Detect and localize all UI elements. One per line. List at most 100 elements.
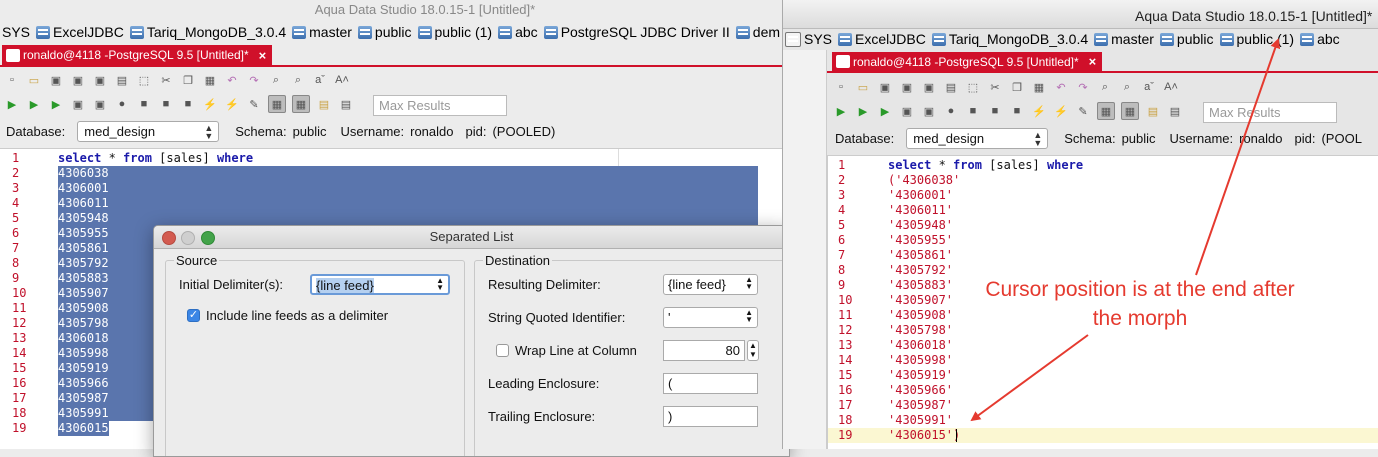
- close-window-icon[interactable]: [162, 231, 176, 245]
- editor-tab[interactable]: ronaldo@4118 -PostgreSQL 9.5 [Untitled]*…: [2, 45, 273, 65]
- history-icon[interactable]: ▤: [1167, 103, 1183, 119]
- commit-icon[interactable]: ▣: [70, 96, 86, 112]
- select-icon[interactable]: ⬚: [136, 72, 152, 88]
- redo-icon[interactable]: ↷: [246, 72, 262, 88]
- initial-delimiter-select[interactable]: {line feed} ▲ ▼: [310, 274, 450, 295]
- split-icon[interactable]: ■: [180, 96, 196, 112]
- grid-icon[interactable]: ■: [965, 103, 981, 119]
- paste-icon[interactable]: ▦: [202, 72, 218, 88]
- export-icon[interactable]: ▤: [316, 96, 332, 112]
- split-icon[interactable]: ■: [1009, 103, 1025, 119]
- database-select[interactable]: med_design ▲ ▼: [906, 128, 1049, 149]
- close-tab-icon[interactable]: ×: [1089, 54, 1097, 69]
- redo-icon[interactable]: ↷: [1075, 79, 1091, 95]
- connection-7[interactable]: PostgreSQL JDBC Driver II: [543, 24, 730, 40]
- disconnect-icon[interactable]: ⚡: [224, 96, 240, 112]
- connection-6[interactable]: abc: [1300, 31, 1340, 47]
- save-icon[interactable]: ▣: [877, 79, 893, 95]
- resulting-delimiter-select[interactable]: {line feed} ▲ ▼: [663, 274, 758, 295]
- minimize-window-icon[interactable]: [181, 231, 195, 245]
- commit-icon[interactable]: ▣: [899, 103, 915, 119]
- connection-2[interactable]: Tariq_MongoDB_3.0.4: [129, 24, 286, 40]
- wrap-line-checkbox[interactable]: [496, 344, 509, 357]
- editor-tab[interactable]: ronaldo@4118 -PostgreSQL 9.5 [Untitled]*…: [832, 52, 1103, 71]
- connection-0[interactable]: SYS: [804, 31, 832, 47]
- trailing-enclosure-input[interactable]: ): [663, 406, 758, 427]
- rollback-icon[interactable]: ▣: [92, 96, 108, 112]
- save-as-icon[interactable]: ▣: [92, 72, 108, 88]
- open-folder-icon[interactable]: ▭: [26, 72, 42, 88]
- connection-4[interactable]: public: [357, 24, 412, 40]
- find-replace-icon[interactable]: ⌕: [290, 72, 306, 88]
- max-results-input[interactable]: Max Results: [373, 95, 507, 116]
- copy-icon[interactable]: ❐: [1009, 79, 1025, 95]
- new-file-icon[interactable]: ▫: [833, 79, 849, 95]
- new-file-icon[interactable]: ▫: [4, 72, 20, 88]
- zoom-window-icon[interactable]: [201, 231, 215, 245]
- execute-icon[interactable]: ▶: [26, 96, 42, 112]
- stop-icon[interactable]: ●: [114, 96, 130, 112]
- results-grid-icon[interactable]: ▦: [268, 95, 286, 113]
- execute-edit-icon[interactable]: ▶: [48, 96, 64, 112]
- connection-5[interactable]: public (1): [417, 24, 492, 40]
- find-replace-icon[interactable]: ⌕: [1119, 79, 1135, 95]
- print-icon[interactable]: ▤: [943, 79, 959, 95]
- find-icon[interactable]: ⌕: [1097, 79, 1113, 95]
- close-tab-icon[interactable]: ×: [259, 48, 267, 63]
- open-folder-icon[interactable]: ▭: [855, 79, 871, 95]
- save-all-icon[interactable]: ▣: [70, 72, 86, 88]
- execute-icon[interactable]: ▶: [855, 103, 871, 119]
- save-all-icon[interactable]: ▣: [899, 79, 915, 95]
- execute-all-icon[interactable]: ▶: [833, 103, 849, 119]
- wrap-line-column-input[interactable]: 80: [663, 340, 745, 361]
- connection-3[interactable]: master: [1094, 31, 1154, 47]
- save-as-icon[interactable]: ▣: [921, 79, 937, 95]
- execute-all-icon[interactable]: ▶: [4, 96, 20, 112]
- connection-5[interactable]: public (1): [1219, 31, 1294, 47]
- stop-icon[interactable]: ●: [943, 103, 959, 119]
- wrap-line-stepper[interactable]: ▲ ▼: [747, 340, 759, 361]
- font-decrease-icon[interactable]: aˇ: [312, 72, 328, 88]
- execute-edit-icon[interactable]: ▶: [877, 103, 893, 119]
- connection-0[interactable]: SYS: [2, 24, 30, 40]
- connection-6[interactable]: abc: [498, 24, 538, 40]
- paste-icon[interactable]: ▦: [1031, 79, 1047, 95]
- select-icon[interactable]: ⬚: [965, 79, 981, 95]
- max-results-input[interactable]: Max Results: [1203, 102, 1337, 123]
- copy-icon[interactable]: ❐: [180, 72, 196, 88]
- connection-1[interactable]: ExcelJDBC: [838, 31, 926, 47]
- disconnect-icon[interactable]: ⚡: [1053, 103, 1069, 119]
- tools-icon[interactable]: ✎: [246, 96, 262, 112]
- connection-1[interactable]: ExcelJDBC: [36, 24, 124, 40]
- plug-icon[interactable]: ⚡: [1031, 103, 1047, 119]
- font-increase-icon[interactable]: A˄: [334, 72, 350, 88]
- cut-icon[interactable]: ✂: [987, 79, 1003, 95]
- text-icon[interactable]: ■: [987, 103, 1003, 119]
- save-icon[interactable]: ▣: [48, 72, 64, 88]
- print-icon[interactable]: ▤: [114, 72, 130, 88]
- cut-icon[interactable]: ✂: [158, 72, 174, 88]
- connection-2[interactable]: Tariq_MongoDB_3.0.4: [931, 31, 1088, 47]
- font-increase-icon[interactable]: A˄: [1163, 79, 1179, 95]
- connection-4[interactable]: public: [1159, 31, 1214, 47]
- text-icon[interactable]: ■: [158, 96, 174, 112]
- rollback-icon[interactable]: ▣: [921, 103, 937, 119]
- undo-icon[interactable]: ↶: [224, 72, 240, 88]
- include-line-feeds-checkbox[interactable]: ✓: [187, 309, 200, 322]
- leading-enclosure-input[interactable]: (: [663, 373, 758, 394]
- find-icon[interactable]: ⌕: [268, 72, 284, 88]
- grid-icon[interactable]: ■: [136, 96, 152, 112]
- results-text-icon[interactable]: ▦: [292, 95, 310, 113]
- connection-8[interactable]: dem: [735, 24, 780, 40]
- plug-icon[interactable]: ⚡: [202, 96, 218, 112]
- tools-icon[interactable]: ✎: [1075, 103, 1091, 119]
- export-icon[interactable]: ▤: [1145, 103, 1161, 119]
- results-grid-icon[interactable]: ▦: [1097, 102, 1115, 120]
- database-select[interactable]: med_design ▲ ▼: [77, 121, 220, 142]
- font-decrease-icon[interactable]: aˇ: [1141, 79, 1157, 95]
- results-text-icon[interactable]: ▦: [1121, 102, 1139, 120]
- undo-icon[interactable]: ↶: [1053, 79, 1069, 95]
- string-quoted-select[interactable]: ' ▲ ▼: [663, 307, 758, 328]
- connection-3[interactable]: master: [292, 24, 352, 40]
- history-icon[interactable]: ▤: [338, 96, 354, 112]
